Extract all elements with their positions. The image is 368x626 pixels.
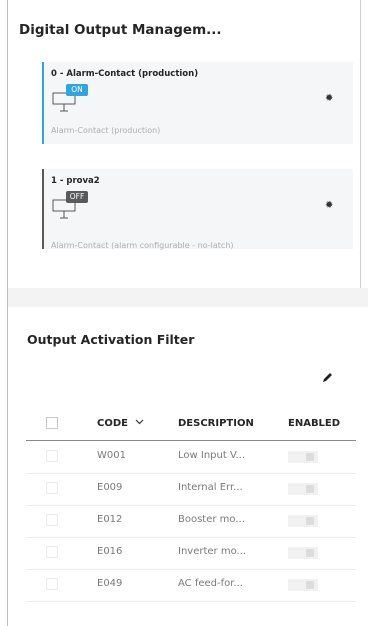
enabled-toggle[interactable] — [288, 579, 318, 591]
table-row: E016 Inverter mo... — [26, 537, 356, 570]
output-item-0[interactable]: 0 - Alarm-Contact (production) ON ✹ Alar… — [42, 62, 353, 144]
output-name: 0 - Alarm-Contact (production) — [51, 69, 199, 79]
row-code: E016 — [97, 546, 123, 557]
output-state-badge: OFF — [66, 191, 88, 203]
row-description: Booster mo... — [178, 514, 245, 525]
table-row: E009 Internal Err... — [26, 473, 356, 506]
settings-gear-icon[interactable]: ✹ — [325, 200, 333, 211]
pencil-icon[interactable] — [321, 370, 333, 384]
row-code: E012 — [97, 514, 123, 525]
row-description: Low Input V... — [178, 450, 246, 461]
output-status-bar — [42, 62, 44, 144]
table-row: W001 Low Input V... — [26, 441, 356, 474]
enabled-toggle[interactable] — [288, 515, 318, 527]
row-description: Internal Err... — [178, 482, 243, 493]
row-description: Inverter mo... — [178, 546, 247, 557]
row-checkbox[interactable] — [46, 578, 58, 590]
row-checkbox[interactable] — [46, 450, 58, 462]
card-right-border — [360, 0, 361, 288]
row-checkbox[interactable] — [46, 514, 58, 526]
output-description: Alarm-Contact (production) — [51, 126, 161, 135]
enabled-toggle[interactable] — [288, 451, 318, 463]
settings-gear-icon[interactable]: ✹ — [325, 93, 333, 104]
output-name: 1 - prova2 — [51, 176, 100, 186]
digital-output-title: Digital Output Managem... — [19, 22, 222, 38]
table-row: E049 AC feed-for... — [26, 569, 356, 602]
output-item-1[interactable]: 1 - prova2 OFF ✹ Alarm-Contact (alarm co… — [42, 169, 353, 250]
enabled-toggle[interactable] — [288, 547, 318, 559]
chevron-down-icon — [136, 419, 144, 425]
output-state-badge: ON — [66, 84, 88, 96]
column-header-code-label: CODE — [97, 418, 128, 429]
row-code: E049 — [97, 578, 123, 589]
row-code: E009 — [97, 482, 123, 493]
row-checkbox[interactable] — [46, 546, 58, 558]
select-all-checkbox[interactable] — [46, 417, 58, 429]
digital-output-card: Digital Output Managem... 0 - Alarm-Cont… — [8, 0, 360, 288]
column-header-enabled[interactable]: ENABLED — [288, 418, 340, 429]
output-description: Alarm-Contact (alarm configurable - no-l… — [51, 241, 234, 250]
output-status-bar — [42, 169, 44, 249]
section-gap — [8, 288, 368, 307]
activation-filter-title: Output Activation Filter — [27, 332, 195, 347]
table-header: CODE DESCRIPTION ENABLED — [26, 410, 356, 441]
column-header-code[interactable]: CODE — [97, 418, 144, 429]
column-header-description[interactable]: DESCRIPTION — [178, 418, 254, 429]
enabled-toggle[interactable] — [288, 483, 318, 495]
table-row: E012 Booster mo... — [26, 505, 356, 538]
activation-filter-card: Output Activation Filter CODE DESCRIPTIO… — [8, 307, 368, 626]
row-description: AC feed-for... — [178, 578, 243, 589]
row-code: W001 — [97, 450, 126, 461]
row-checkbox[interactable] — [46, 482, 58, 494]
